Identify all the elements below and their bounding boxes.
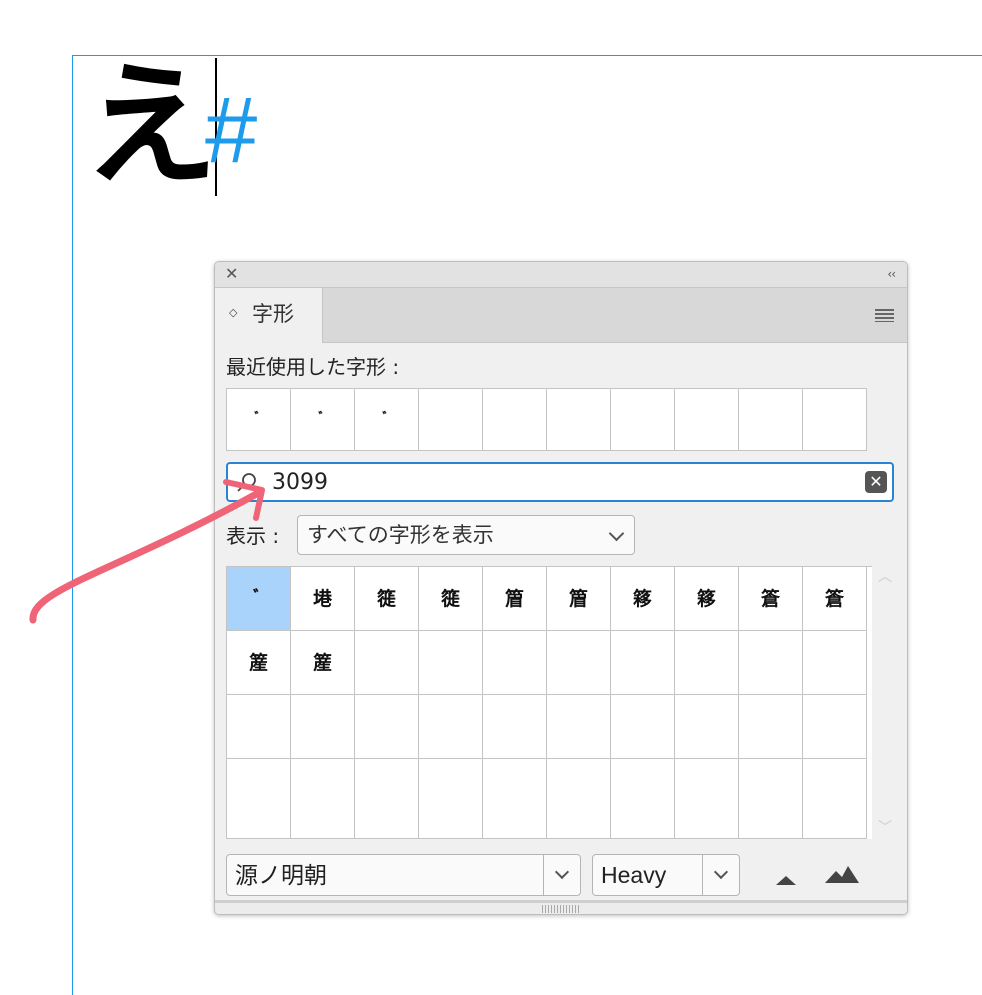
collapse-icon[interactable]: ‹‹ [887,266,896,282]
glyph-grid: ゙塂簁簁篃篃簃簃篬篬簅簅 [226,566,872,839]
glyph-cell[interactable] [547,695,611,759]
margin-guide-vertical [72,55,73,995]
glyph-cell[interactable] [675,695,739,759]
chevron-down-icon [608,525,625,542]
glyph-cell[interactable] [355,631,419,695]
glyph-cell[interactable] [419,695,483,759]
font-style-dropdown-button[interactable] [702,855,739,895]
chevron-down-icon [554,864,570,880]
document-character[interactable]: え [84,50,218,200]
glyph-cell[interactable] [803,695,867,759]
glyph-cell[interactable] [739,759,803,839]
glyph-cell[interactable]: 篃 [483,567,547,631]
recent-glyph-cell[interactable] [483,389,547,451]
recent-glyph-cell[interactable] [739,389,803,451]
glyph-cell[interactable]: 塂 [291,567,355,631]
recent-glyph-cell[interactable] [611,389,675,451]
glyph-cell[interactable] [547,631,611,695]
glyph-cell[interactable] [675,631,739,695]
glyph-cell[interactable] [803,759,867,839]
recent-glyph-cell[interactable]: ゙ [355,389,419,451]
show-dropdown-value: すべての字形を表示 [307,523,494,547]
glyph-cell[interactable]: 篬 [803,567,867,631]
glyph-cell-selected[interactable]: ゙ [227,567,291,631]
panel-menu-icon[interactable] [875,309,894,322]
panel-titlebar[interactable]: ✕ ‹‹ [215,262,907,288]
glyph-cell[interactable] [355,695,419,759]
recent-glyph-cell[interactable]: ゙ [227,389,291,451]
recent-glyphs-label: 最近使用した字形 : [226,355,400,379]
glyph-cell[interactable] [611,759,675,839]
recent-glyphs-grid: ゙゙゙ [226,388,867,451]
search-input[interactable] [272,466,852,498]
glyph-cell[interactable] [803,631,867,695]
glyph-cell[interactable] [483,695,547,759]
scroll-up-icon[interactable]: ︿ [875,566,895,585]
glyph-cell[interactable]: 簅 [291,631,355,695]
zoom-in-icon[interactable] [824,862,860,884]
glyph-cell[interactable] [547,759,611,839]
scroll-down-icon[interactable]: ﹀ [875,817,895,836]
show-dropdown[interactable]: すべての字形を表示 [297,515,635,555]
tab-glyphs[interactable]: ◇ 字形 [215,288,323,343]
clear-search-icon[interactable]: ✕ [865,471,887,493]
chevron-down-icon [713,864,729,880]
glyph-cell[interactable]: 簃 [675,567,739,631]
glyph-cell[interactable]: 簅 [227,631,291,695]
show-label: 表示 : [226,524,280,548]
font-family-dropdown-button[interactable] [543,855,580,895]
resize-grip[interactable] [542,905,580,913]
panel-tabbar: ◇ 字形 [215,288,907,343]
glyph-cell[interactable] [739,695,803,759]
glyph-cell[interactable]: 簃 [611,567,675,631]
glyphs-panel: ✕ ‹‹ ◇ 字形 最近使用した字形 : ゙゙゙ ✕ 表示 : すべての字形を表… [214,261,908,915]
tab-label: 字形 [252,302,294,326]
glyph-cell[interactable] [419,759,483,839]
glyph-cell[interactable] [291,759,355,839]
recent-glyph-cell[interactable]: ゙ [291,389,355,451]
font-family-value: 源ノ明朝 [235,862,327,888]
glyph-cell[interactable] [227,695,291,759]
zoom-out-icon[interactable] [774,872,798,886]
glyph-search-box[interactable]: ✕ [226,462,894,502]
glyph-cell[interactable] [227,759,291,839]
glyph-cell[interactable] [355,759,419,839]
glyph-cell[interactable]: 簁 [355,567,419,631]
glyph-cell[interactable] [611,695,675,759]
glyph-cell[interactable]: 篬 [739,567,803,631]
glyph-cell[interactable]: 簁 [419,567,483,631]
hidden-character-mark: # [205,77,258,182]
font-style-dropdown[interactable]: Heavy [592,854,740,896]
glyph-cell[interactable] [483,631,547,695]
recent-glyph-cell[interactable] [803,389,867,451]
recent-glyph-cell[interactable] [419,389,483,451]
close-icon[interactable]: ✕ [225,265,238,283]
updown-icon: ◇ [229,306,238,319]
glyph-cell[interactable] [419,631,483,695]
recent-glyph-cell[interactable] [675,389,739,451]
search-icon [237,473,256,492]
glyph-cell[interactable] [291,695,355,759]
glyph-cell[interactable] [739,631,803,695]
glyph-cell[interactable] [611,631,675,695]
font-style-value: Heavy [601,862,667,888]
panel-bottom-bar [215,900,907,914]
glyph-cell[interactable] [675,759,739,839]
glyph-cell[interactable]: 篃 [547,567,611,631]
glyph-cell[interactable] [483,759,547,839]
recent-glyph-cell[interactable] [547,389,611,451]
font-family-dropdown[interactable]: 源ノ明朝 [226,854,581,896]
